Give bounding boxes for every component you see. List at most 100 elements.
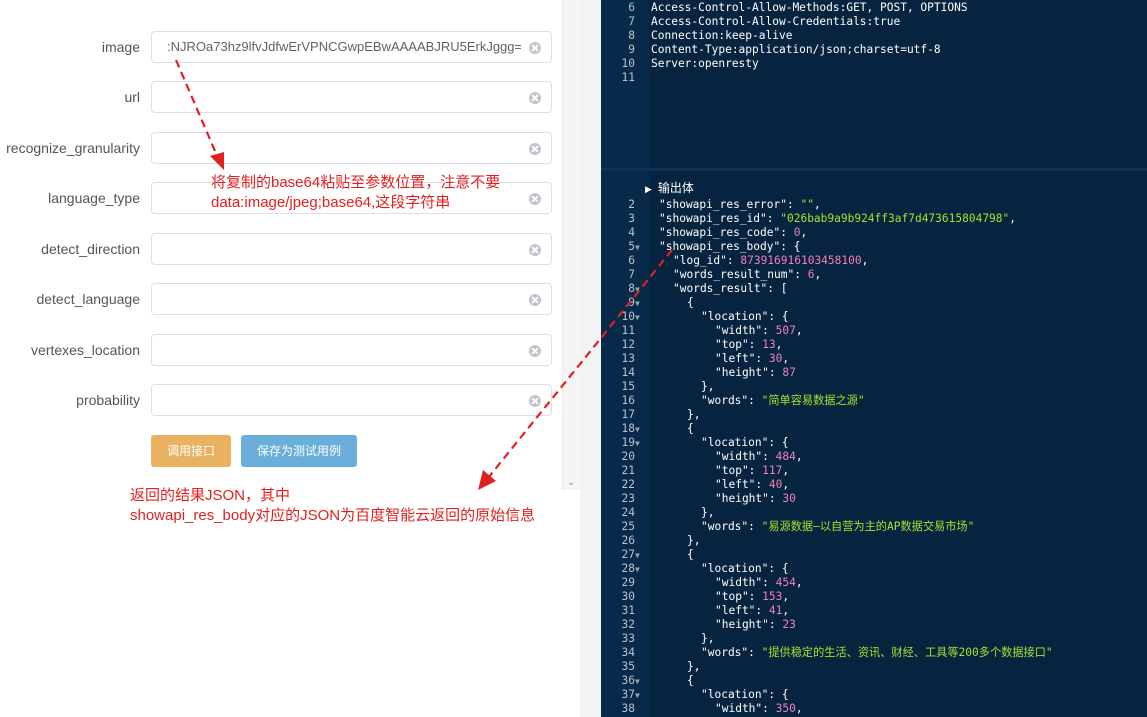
- fold-toggle-icon[interactable]: ▼: [635, 241, 645, 255]
- code-line: 6 "log_id": 873916916103458100,: [601, 254, 868, 268]
- response-body-pane: ▶ 输出体 2 "showapi_res_error": "", 3 "showapi_…: [601, 171, 1147, 717]
- code-text: "location": {: [701, 436, 789, 450]
- image-input[interactable]: :NJROa73hz9lfvJdfwErVPNCGwpEBwAAAABJRU5E…: [151, 31, 552, 63]
- fold-toggle-icon[interactable]: ▼: [635, 689, 645, 703]
- detect-language-input[interactable]: [151, 283, 552, 315]
- code-text: "top": 117,: [715, 464, 789, 478]
- code-text: "showapi_res_id": "026bab9a9b924ff3af7d4…: [659, 212, 1016, 226]
- code-text: "left": 40,: [715, 478, 789, 492]
- line-number: 33: [621, 632, 635, 645]
- form-row-image: image:NJROa73hz9lfvJdfwErVPNCGwpEBwAAAAB…: [0, 31, 560, 63]
- code-line: 9 Content-Type:application/json;charset=u…: [601, 43, 940, 57]
- fold-toggle-icon[interactable]: ▼: [635, 423, 645, 437]
- fold-toggle-icon[interactable]: ▼: [635, 283, 645, 297]
- json-token: "提供稳定的生活、资讯、财经、工具等200多个数据接口": [761, 646, 1053, 659]
- json-token: "location": {: [701, 562, 789, 575]
- clear-icon[interactable]: [529, 294, 541, 306]
- code-line: 21 "top": 117,: [601, 464, 790, 478]
- code-line: 3 "showapi_res_id": "026bab9a9b924ff3af7d…: [601, 212, 1016, 226]
- code-line: 30 "top": 153,: [601, 590, 790, 604]
- code-text: },: [701, 380, 714, 394]
- code-text: Access-Control-Allow-Methods:GET, POST, …: [651, 1, 968, 14]
- json-token: 13: [762, 338, 776, 351]
- code-text: "width": 507,: [715, 324, 803, 338]
- code-line: 31 "left": 41,: [601, 604, 790, 618]
- line-number: 12: [621, 338, 635, 351]
- json-token: 87: [782, 366, 796, 379]
- json-token: },: [701, 380, 715, 393]
- json-token: },: [701, 506, 715, 519]
- line-number: 25: [621, 520, 635, 533]
- json-token: ,: [800, 226, 808, 239]
- code-line: 11 "width": 507,: [601, 324, 803, 338]
- fold-toggle-icon[interactable]: ▼: [635, 675, 645, 689]
- code-line: 25 "words": "易源数据—以自营为主的AP数据交易市场": [601, 520, 975, 534]
- code-line: 20 "width": 484,: [601, 450, 803, 464]
- clear-icon[interactable]: [529, 193, 541, 205]
- json-token: 23: [782, 618, 796, 631]
- clear-icon[interactable]: [529, 42, 541, 54]
- code-text: "showapi_res_code": 0,: [659, 226, 807, 240]
- json-token: "log_id":: [673, 254, 741, 267]
- code-text: "height": 23: [715, 618, 796, 632]
- field-value[interactable]: :NJROa73hz9lfvJdfwErVPNCGwpEBwAAAABJRU5E…: [167, 32, 521, 62]
- code-text: },: [687, 660, 700, 674]
- line-number: 29: [621, 576, 635, 589]
- line-number: 4: [628, 226, 635, 239]
- recognize-granularity-input[interactable]: [151, 132, 552, 164]
- detect-direction-input[interactable]: [151, 233, 552, 265]
- json-token: ,: [782, 604, 790, 617]
- clear-icon[interactable]: [529, 345, 541, 357]
- code-line: 16 "words": "简单容易数据之源": [601, 394, 865, 408]
- save-test-case-button[interactable]: 保存为测试用例: [241, 435, 357, 467]
- clear-icon[interactable]: [529, 244, 541, 256]
- json-token: "left":: [715, 352, 769, 365]
- code-text: "showapi_res_error": "",: [659, 198, 821, 212]
- panel-divider[interactable]: [580, 0, 601, 717]
- fold-toggle-icon[interactable]: ▼: [635, 563, 645, 577]
- code-line: 36▼ {: [601, 674, 694, 689]
- call-api-button[interactable]: 调用接口: [151, 435, 231, 467]
- code-text: "width": 454,: [715, 576, 803, 590]
- code-text: "height": 30: [715, 492, 796, 506]
- clear-icon[interactable]: [529, 395, 541, 407]
- code-line: 23 "height": 30: [601, 492, 796, 506]
- clear-icon[interactable]: [529, 92, 541, 104]
- form-row-url: url: [0, 81, 560, 113]
- body-section-toggle[interactable]: ▶ 输出体: [645, 179, 694, 196]
- code-line: 32 "height": 23: [601, 618, 796, 632]
- json-token: "width":: [715, 576, 776, 589]
- line-number: 11: [621, 71, 635, 84]
- code-text: Content-Type:application/json;charset=ut…: [651, 43, 941, 56]
- field-label: language_type: [48, 190, 140, 206]
- json-token: 484: [775, 450, 796, 463]
- probability-input[interactable]: [151, 384, 552, 416]
- fold-toggle-icon[interactable]: ▼: [635, 437, 645, 451]
- code-line: 6 Access-Control-Allow-Methods:GET, POST,…: [601, 1, 967, 15]
- body-section-title: 输出体: [657, 181, 694, 195]
- json-token: "left":: [715, 604, 769, 617]
- clear-icon[interactable]: [529, 143, 541, 155]
- code-text: "location": {: [701, 562, 789, 576]
- json-token: "top":: [715, 464, 763, 477]
- json-token: "location": {: [701, 310, 789, 323]
- fold-toggle-icon[interactable]: ▼: [635, 549, 645, 563]
- code-text: Server:openresty: [651, 57, 759, 70]
- fold-toggle-icon[interactable]: ▼: [635, 297, 645, 311]
- field-label: recognize_granularity: [6, 140, 140, 156]
- code-line: 22 "left": 40,: [601, 478, 790, 492]
- line-number: 37: [621, 688, 635, 701]
- json-token: ,: [1009, 212, 1017, 225]
- fold-toggle-icon[interactable]: ▼: [635, 311, 645, 325]
- code-line: 13 "left": 30,: [601, 352, 790, 366]
- code-line: 29 "width": 454,: [601, 576, 803, 590]
- code-text: "top": 13,: [715, 338, 782, 352]
- url-input[interactable]: [151, 81, 552, 113]
- vertexes-location-input[interactable]: [151, 334, 552, 366]
- line-number: 6: [628, 1, 635, 14]
- json-token: "026bab9a9b924ff3af7d473615804798": [780, 212, 1010, 225]
- json-token: ,: [775, 338, 783, 351]
- json-token: "易源数据—以自营为主的AP数据交易市场": [761, 520, 975, 533]
- json-token: },: [701, 632, 715, 645]
- form-scrollbar[interactable]: ⌄: [562, 0, 580, 490]
